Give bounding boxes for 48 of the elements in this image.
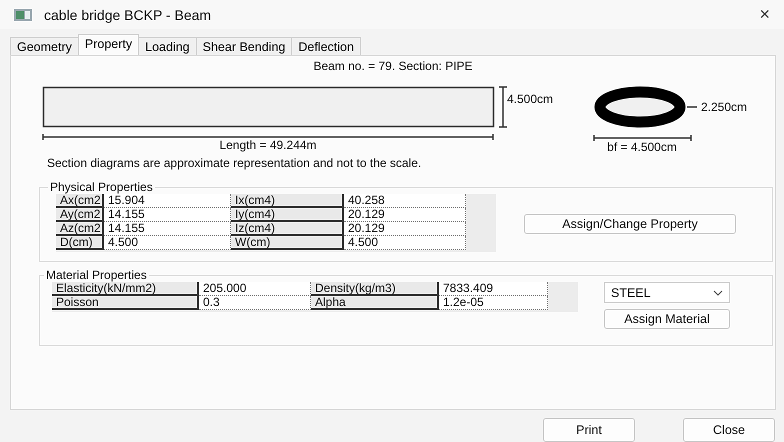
property-label: D(cm)	[56, 236, 104, 250]
close-button[interactable]: ×	[755, 4, 774, 26]
value-cell: 1.2e-05	[439, 296, 548, 310]
property-label: Az(cm2	[56, 222, 104, 236]
property-label: Iy(cm4)	[231, 208, 344, 222]
dimension-line	[499, 86, 507, 128]
window-title: cable bridge BCKP - Beam	[44, 6, 212, 23]
property-label: W(cm)	[231, 236, 344, 250]
group-title: Material Properties	[45, 268, 148, 282]
property-label: Elasticity(kN/mm2)	[52, 282, 199, 296]
assign-property-button[interactable]: Assign/Change Property	[524, 214, 736, 234]
tab[interactable]: Geometry	[10, 37, 79, 56]
value-cell: 7833.409	[439, 282, 548, 296]
value-cell: 40.258	[344, 194, 466, 208]
chevron-icon	[713, 290, 723, 296]
value-cell: 14.155	[104, 208, 231, 222]
value-cell: 15.904	[104, 194, 231, 208]
dialog-button[interactable]: Print	[543, 418, 635, 442]
value-cell: 4.500	[344, 236, 466, 250]
note-text: Section diagrams are approximate representation and not to the scale.	[47, 156, 422, 170]
property-label: Density(kg/m3)	[311, 282, 439, 296]
height-label: 4.500cm	[507, 92, 554, 106]
assign-material-button[interactable]: Assign Material	[604, 309, 730, 330]
length-label: Length = 49.244m	[219, 138, 317, 152]
leader-line	[687, 106, 697, 108]
value-cell: 0.3	[199, 296, 311, 310]
property-label: Ax(cm2	[56, 194, 104, 208]
tab[interactable]: Property	[78, 34, 140, 56]
property-label: Poisson	[52, 296, 199, 310]
tab[interactable]: Loading	[138, 37, 197, 56]
property-label: Ay(cm2	[56, 208, 104, 222]
property-label: Ix(cm4)	[231, 194, 344, 208]
value-cell: 4.500	[104, 236, 231, 250]
material-dropdown[interactable]: STEEL	[604, 282, 730, 304]
value-cell: 20.129	[344, 208, 466, 222]
radius-label: 2.250cm	[701, 100, 748, 114]
group-title: Physical Properties	[49, 180, 154, 194]
dialog-button[interactable]: Close	[683, 418, 775, 442]
section-header: Beam no. = 79. Section: PIPE	[312, 59, 474, 76]
app-icon	[14, 8, 32, 21]
property-label: Iz(cm4)	[231, 222, 344, 236]
tab[interactable]: Deflection	[291, 37, 361, 56]
property-label: Alpha	[311, 296, 439, 310]
tab[interactable]: Shear Bending	[196, 37, 292, 56]
value-cell: 205.000	[199, 282, 311, 296]
width-label: bf = 4.500cm	[607, 140, 677, 154]
value-cell: 14.155	[104, 222, 231, 236]
value-cell: 20.129	[344, 222, 466, 236]
